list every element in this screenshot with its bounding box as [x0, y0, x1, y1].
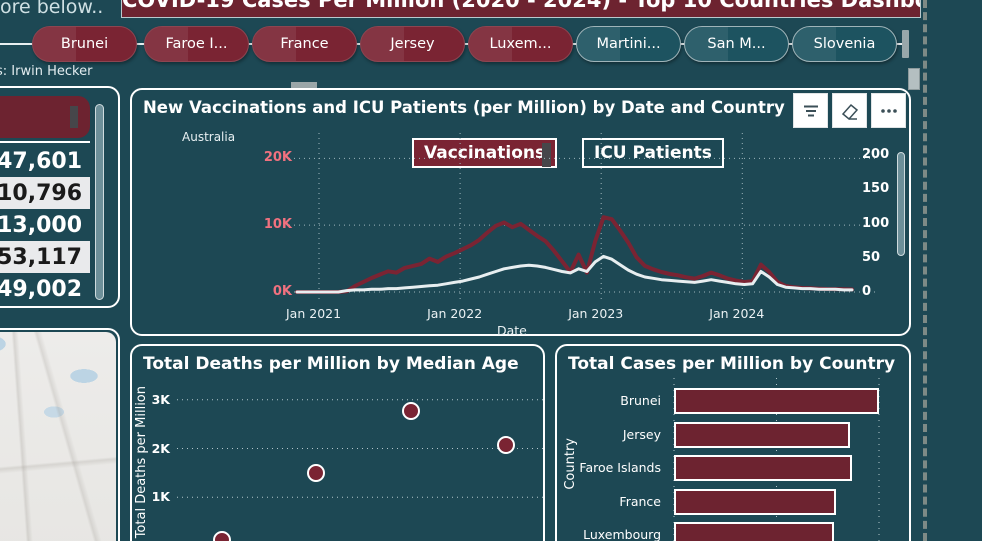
dashboard-root: ore below.. COVID-19 Cases Per Million (…: [0, 0, 982, 541]
population-scrollbar[interactable]: [95, 104, 104, 300]
line-chart-ytick-left: 10K: [252, 217, 292, 232]
line-chart-ytick-right: 150: [862, 181, 889, 196]
map-terrain-overlay: [0, 332, 116, 541]
bar-rect[interactable]: [674, 489, 836, 515]
country-pill-label: San M...: [707, 36, 765, 52]
scatter-chart-plot: [132, 346, 543, 541]
map-panel[interactable]: ASIA: [0, 328, 120, 541]
bar-category-label: Brunei: [620, 391, 661, 411]
population-panel: ation 647,601110,796,813,00053,117449,00…: [0, 86, 120, 308]
page-scroll-arrow[interactable]: [908, 68, 920, 90]
country-pill-label: Slovenia: [814, 36, 876, 52]
country-pill-sanm[interactable]: San M...: [684, 26, 789, 62]
population-panel-title: ation: [0, 96, 90, 138]
country-pill-luxem[interactable]: Luxem...: [468, 26, 573, 62]
bar-chart-panel: Total Cases per Million by Country Count…: [555, 344, 911, 541]
line-chart-xtick: Jan 2021: [286, 306, 341, 321]
line-chart-panel: New Vaccinations and ICU Patients (per M…: [130, 88, 911, 336]
population-row[interactable]: ,813,000: [0, 209, 90, 241]
country-pill-label: Martini...: [596, 36, 660, 52]
scatter-point[interactable]: [307, 464, 325, 482]
line-chart-ytick-left: 0K: [252, 284, 292, 299]
bar-rect[interactable]: [674, 522, 834, 541]
country-filter-rail[interactable]: Brunei Faroe I... France Jersey Luxem... Mart…: [0, 26, 910, 62]
scatter-point[interactable]: [497, 436, 515, 454]
bar-category-label: Faroe Islands: [579, 458, 661, 478]
line-chart-xtick: Jan 2022: [427, 306, 482, 321]
line-chart-ytick-right: 50: [862, 250, 880, 265]
bar-rect[interactable]: [674, 455, 852, 481]
country-pill-martini[interactable]: Martini...: [576, 26, 681, 62]
population-row[interactable]: 53,117: [0, 241, 90, 273]
country-pill-label: Jersey: [390, 36, 434, 52]
line-chart-x-axis-title: Date: [497, 323, 527, 338]
population-row[interactable]: 647,601: [0, 145, 90, 177]
line-chart-ytick-right: 200: [862, 147, 889, 162]
bar-rect[interactable]: [674, 388, 879, 414]
country-pill-label: France: [280, 36, 328, 52]
population-row[interactable]: 110,796: [0, 177, 90, 209]
country-pill-slovenia[interactable]: Slovenia: [792, 26, 897, 62]
line-chart-xtick: Jan 2024: [709, 306, 764, 321]
country-pill-label: Brunei: [61, 36, 108, 52]
clipped-instruction-text: ore below..: [0, 0, 103, 18]
country-pill-brunei[interactable]: Brunei: [32, 26, 137, 62]
country-pill-france[interactable]: France: [252, 26, 357, 62]
bar-category-label: Jersey: [623, 425, 661, 445]
population-sort-indicator: [70, 106, 78, 128]
country-pill-label: Luxem...: [489, 36, 551, 52]
country-pill-label: Faroe I...: [165, 36, 227, 52]
bar-category-label: Luxembourg: [583, 525, 661, 541]
scatter-chart-panel: Total Deaths per Million by Median Age T…: [130, 344, 545, 541]
scatter-point[interactable]: [402, 402, 420, 420]
dashboard-title: COVID-19 Cases Per Million (2020 - 2024)…: [121, 0, 921, 18]
bar-category-label: France: [619, 492, 661, 512]
line-chart-ytick-right: 100: [862, 216, 889, 231]
line-chart-ytick-left: 20K: [252, 150, 292, 165]
population-row[interactable]: 449,002: [0, 273, 90, 305]
scatter-ytick: 3K: [140, 392, 170, 407]
scatter-ytick: 2K: [140, 441, 170, 456]
population-title-divider: [0, 141, 90, 143]
author-credit: s: Irwin Hecker: [0, 64, 92, 79]
scatter-ytick: 1K: [140, 489, 170, 504]
dashboard-right-edge: [923, 0, 927, 541]
line-chart-scrollbar[interactable]: [897, 152, 905, 256]
panel-scroll-handle[interactable]: [291, 82, 317, 88]
line-chart-ytick-right: 0: [862, 284, 871, 299]
line-chart-xtick: Jan 2023: [568, 306, 623, 321]
bar-rect[interactable]: [674, 422, 850, 448]
country-pill-faroei[interactable]: Faroe I...: [144, 26, 249, 62]
filter-rail-scroll-thumb[interactable]: [902, 30, 909, 58]
line-chart-plot: [132, 90, 909, 334]
country-pill-jersey[interactable]: Jersey: [360, 26, 465, 62]
